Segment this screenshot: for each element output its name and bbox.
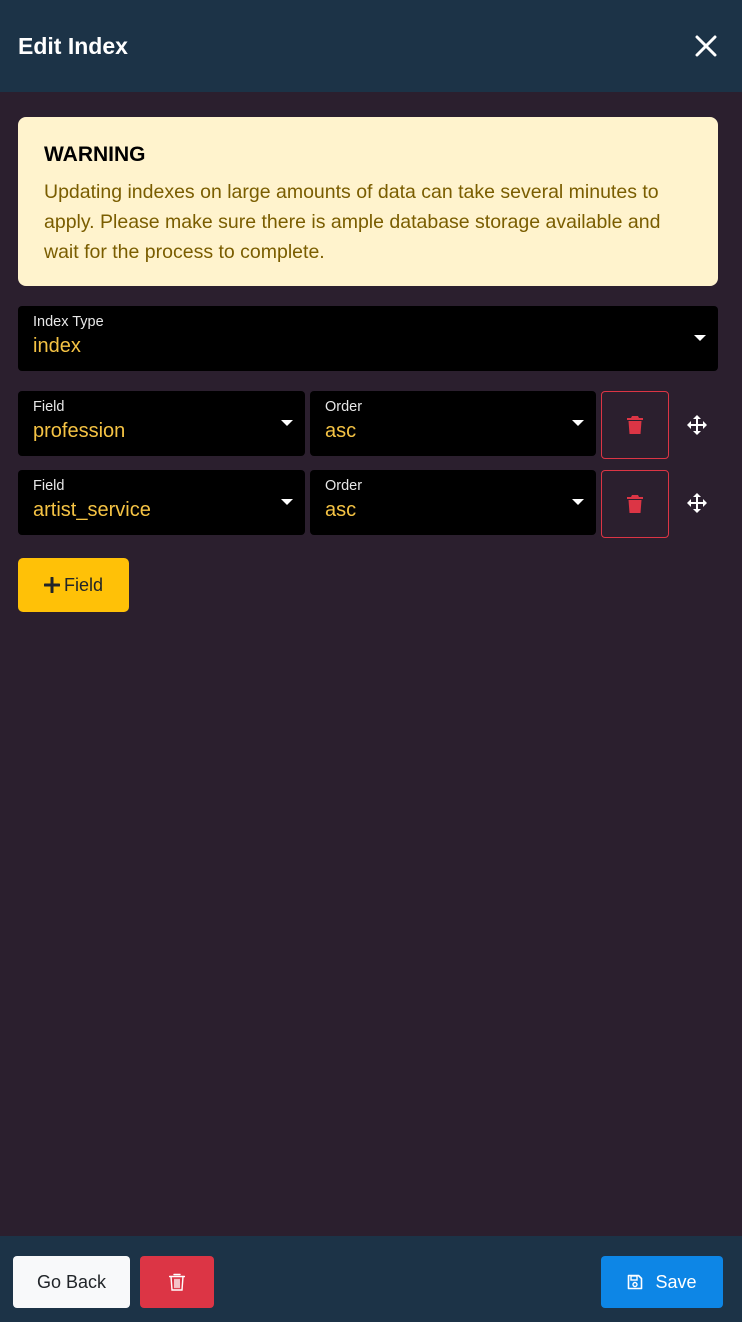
move-arrows-icon [687, 415, 707, 435]
caret-down-icon [572, 420, 584, 426]
field-value: profession [33, 420, 126, 442]
save-button[interactable]: Save [601, 1256, 723, 1308]
field-value: artist_service [33, 499, 151, 521]
warning-alert: WARNING Updating indexes on large amount… [18, 117, 718, 286]
save-label: Save [655, 1271, 697, 1292]
delete-field-button[interactable] [601, 391, 669, 459]
order-label: Order [325, 478, 363, 494]
caret-down-icon [281, 420, 293, 426]
index-type-label: Index Type [33, 314, 104, 330]
field-label: Field [33, 478, 65, 494]
drag-handle[interactable] [685, 413, 709, 437]
trash-icon [627, 416, 643, 434]
page-title: Edit Index [18, 32, 128, 59]
order-select[interactable]: Order asc [310, 391, 596, 456]
index-type-value: index [33, 335, 81, 357]
drag-handle[interactable] [685, 491, 709, 515]
caret-down-icon [281, 499, 293, 505]
caret-down-icon [694, 335, 706, 341]
warning-text: Updating indexes on large amounts of dat… [44, 181, 661, 263]
plus-icon [43, 577, 60, 593]
index-type-select[interactable]: Index Type index [18, 306, 718, 371]
close-icon [695, 35, 717, 57]
order-value: asc [325, 499, 357, 521]
order-select[interactable]: Order asc [310, 470, 596, 535]
trash-icon [627, 495, 643, 513]
modal-header: Edit Index [0, 0, 742, 92]
close-button[interactable] [692, 32, 720, 60]
caret-down-icon [572, 499, 584, 505]
move-arrows-icon [687, 493, 707, 513]
delete-index-button[interactable] [140, 1256, 214, 1308]
add-field-button[interactable]: Field [18, 558, 129, 612]
field-select[interactable]: Field artist_service [18, 470, 305, 535]
delete-field-button[interactable] [601, 470, 669, 538]
trash-outline-icon [169, 1273, 185, 1291]
go-back-button[interactable]: Go Back [13, 1256, 130, 1308]
field-label: Field [33, 399, 65, 415]
modal-footer: Go Back Save [0, 1236, 742, 1322]
add-field-label: Field [63, 574, 103, 595]
order-value: asc [325, 420, 357, 442]
warning-title: WARNING [44, 143, 146, 166]
field-select[interactable]: Field profession [18, 391, 305, 456]
order-label: Order [325, 399, 363, 415]
floppy-disk-icon [628, 1274, 643, 1290]
